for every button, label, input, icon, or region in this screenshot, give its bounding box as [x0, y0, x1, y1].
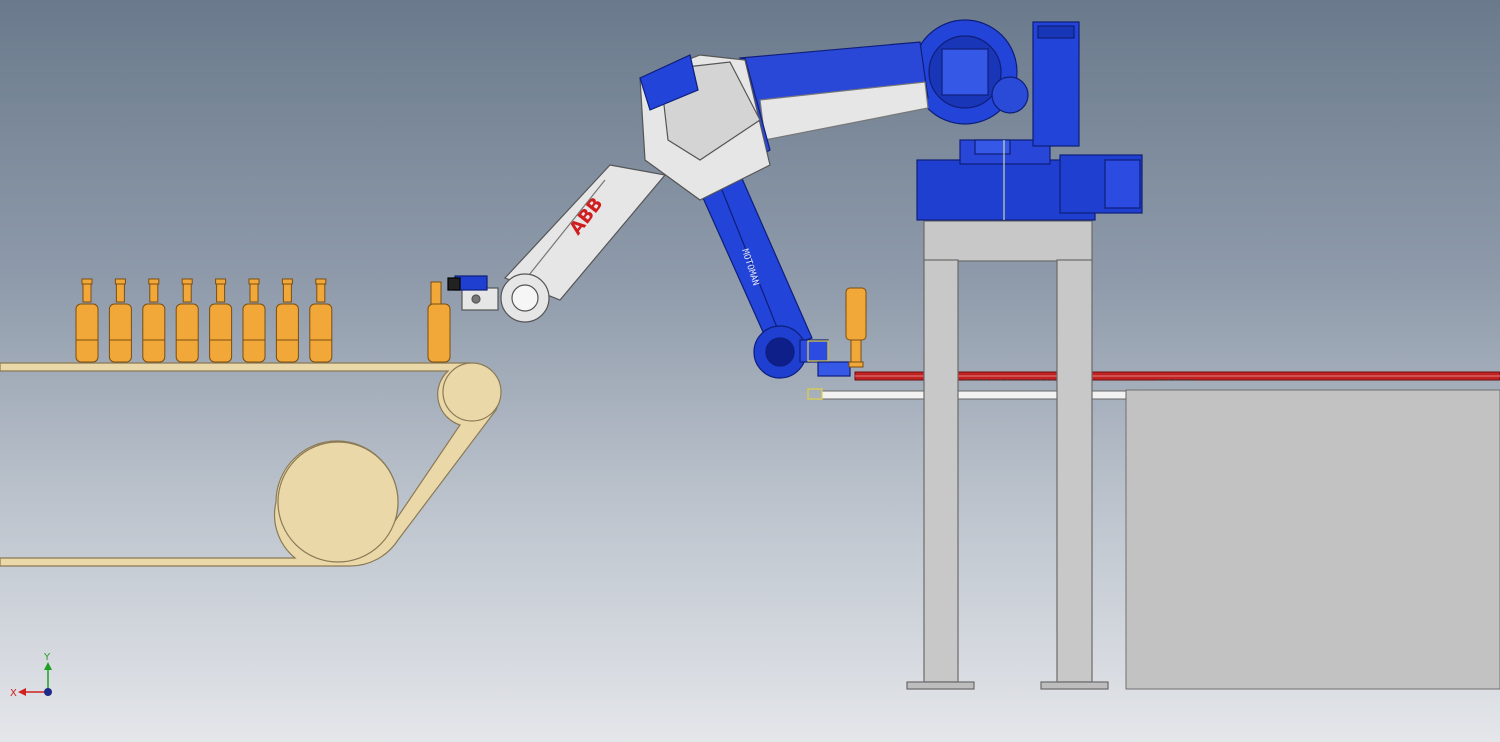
conveyor-drive-roller[interactable]	[277, 441, 399, 563]
axis-x-label: X	[10, 688, 17, 699]
bottle[interactable]	[275, 278, 299, 363]
robot-right-motor	[1032, 21, 1080, 147]
conveyor[interactable]	[0, 278, 502, 567]
bottle[interactable]	[142, 278, 166, 363]
conveyor-belt[interactable]	[0, 362, 500, 567]
bottle[interactable]	[209, 278, 233, 363]
axis-y-label: Y	[43, 652, 51, 663]
scene-canvas[interactable]: MOTOMAN ABB Y X	[0, 0, 1500, 742]
bottle[interactable]	[108, 278, 132, 363]
3d-viewport[interactable]: MOTOMAN ABB Y X	[0, 0, 1500, 742]
bottle[interactable]	[175, 278, 199, 363]
bottle-row	[75, 278, 333, 363]
held-bottle-left[interactable]	[427, 281, 451, 363]
work-table[interactable]	[807, 371, 1500, 690]
conveyor-end-roller[interactable]	[442, 362, 502, 422]
bottle[interactable]	[242, 278, 266, 363]
bottle[interactable]	[75, 278, 99, 363]
axis-origin	[44, 688, 52, 696]
robot-left[interactable]: ABB	[447, 54, 771, 323]
tray-sensor[interactable]	[807, 388, 823, 400]
bottle[interactable]	[309, 278, 333, 363]
axis-triad: Y X	[10, 652, 52, 699]
held-bottle-right	[845, 287, 867, 368]
right-cabinet[interactable]	[1125, 389, 1500, 690]
robot-pedestal[interactable]	[906, 220, 1109, 690]
